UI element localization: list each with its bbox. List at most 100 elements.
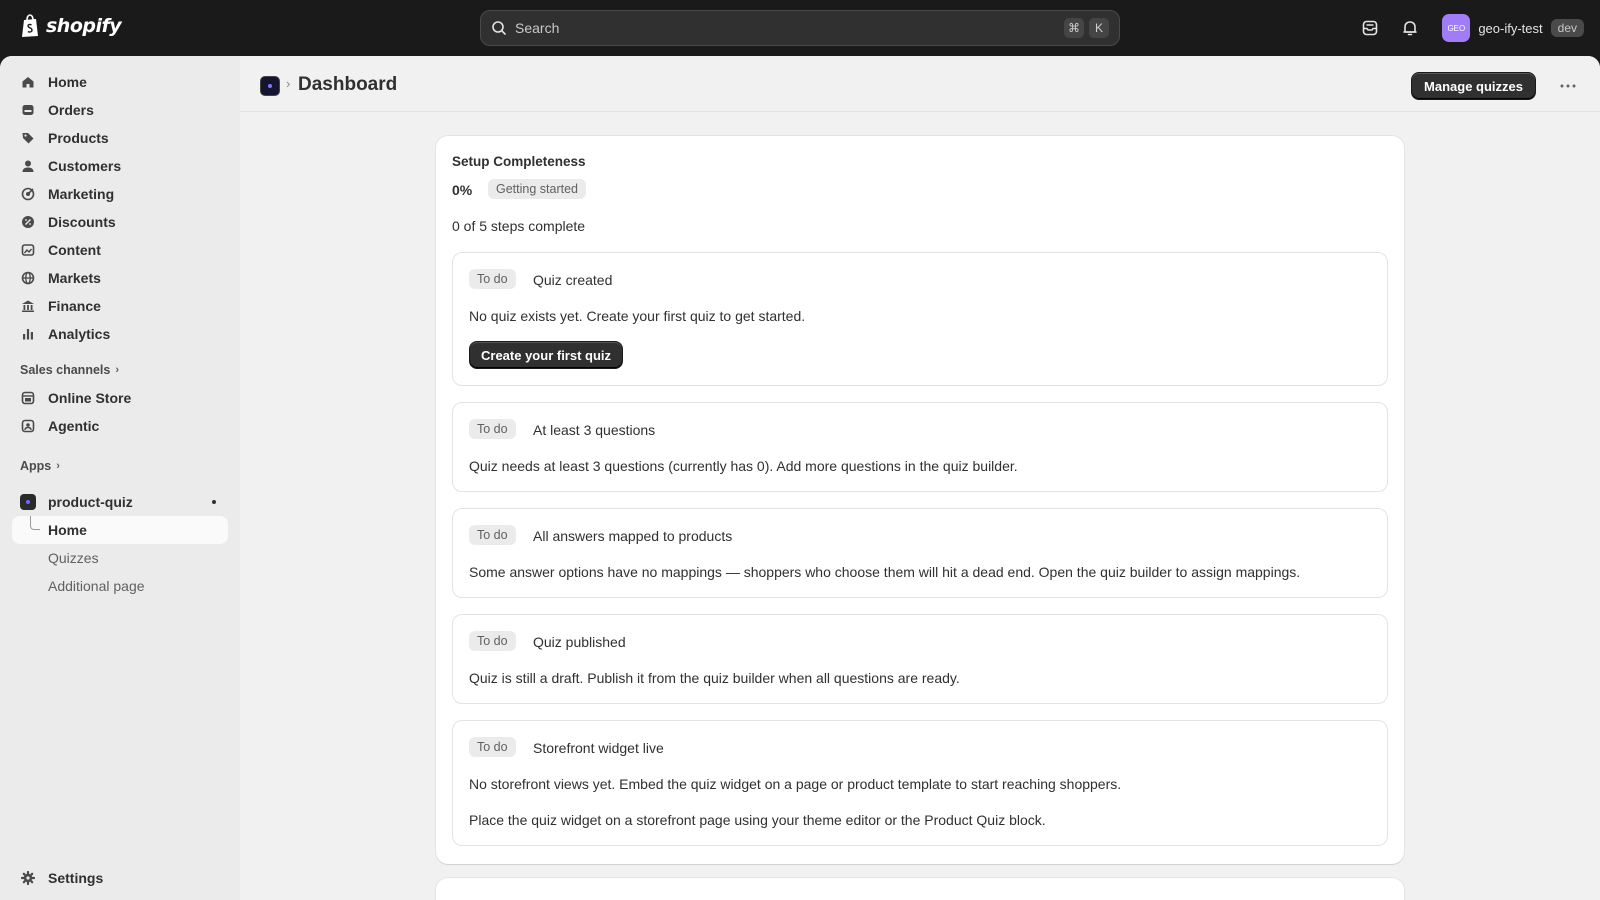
top-bar: shopify ⌘ K GEO geo-ify-test dev bbox=[0, 0, 1600, 56]
steps-summary: 0 of 5 steps complete bbox=[452, 218, 586, 234]
store-name[interactable]: geo-ify-test bbox=[1478, 21, 1542, 36]
sidebar-subitem-home[interactable]: Home bbox=[12, 516, 228, 544]
sidebar-app-product-quiz[interactable]: product-quiz bbox=[12, 488, 228, 516]
manage-quizzes-button[interactable]: Manage quizzes bbox=[1411, 72, 1536, 100]
apps-section[interactable]: Apps › bbox=[12, 452, 228, 480]
store-icon bbox=[20, 390, 36, 406]
tree-connector bbox=[30, 516, 40, 530]
step-title: Quiz created bbox=[533, 272, 613, 288]
step-status-badge: To do bbox=[469, 419, 516, 439]
section-label-text: Apps bbox=[20, 459, 52, 473]
sidebar-item-label: Markets bbox=[48, 270, 101, 286]
sidebar-item-discounts[interactable]: Discounts bbox=[12, 208, 228, 236]
step-description: Quiz needs at least 3 questions (current… bbox=[469, 458, 1018, 474]
setup-step-quiz-created: To do Quiz created No quiz exists yet. C… bbox=[452, 252, 1388, 386]
sidebar-subitem-label: Quizzes bbox=[48, 550, 99, 566]
sidebar-item-online-store[interactable]: Online Store bbox=[12, 384, 228, 412]
progress-percent: 0% bbox=[452, 182, 473, 198]
sidebar-subitem-label: Home bbox=[48, 522, 87, 538]
page-title: Dashboard bbox=[298, 74, 398, 95]
sidebar-item-label: Orders bbox=[48, 102, 94, 118]
bank-icon bbox=[20, 298, 36, 314]
step-status-badge: To do bbox=[469, 737, 516, 757]
chevron-right-icon: › bbox=[115, 364, 119, 376]
sidebar-subitem-quizzes[interactable]: Quizzes bbox=[12, 544, 228, 572]
shopify-bag-icon bbox=[22, 14, 38, 37]
sidebar-item-label: Online Store bbox=[48, 390, 132, 406]
orders-icon bbox=[20, 102, 36, 118]
agentic-icon bbox=[20, 418, 36, 434]
step-title: At least 3 questions bbox=[533, 422, 656, 438]
step-title: Quiz published bbox=[533, 634, 626, 650]
sidebar: Home Orders Products Customers Marketing bbox=[0, 56, 240, 900]
admin-frame: Home Orders Products Customers Marketing bbox=[0, 56, 1600, 900]
main-content: › Dashboard Manage quizzes Setup Complet… bbox=[240, 56, 1600, 900]
create-first-quiz-button[interactable]: Create your first quiz bbox=[469, 341, 624, 369]
sidebar-item-settings[interactable]: Settings bbox=[12, 864, 228, 892]
step-title: Storefront widget live bbox=[533, 740, 664, 756]
step-description: Quiz is still a draft. Publish it from t… bbox=[469, 670, 960, 686]
sidebar-item-label: Settings bbox=[48, 870, 104, 886]
sidebar-item-label: Finance bbox=[48, 298, 101, 314]
inbox-button[interactable] bbox=[1354, 12, 1386, 44]
setup-completeness-card: Setup Completeness 0% Getting started 0 … bbox=[436, 136, 1404, 864]
sidebar-item-analytics[interactable]: Analytics bbox=[12, 320, 228, 348]
sidebar-item-label: Discounts bbox=[48, 214, 116, 230]
sales-channels-section[interactable]: Sales channels › bbox=[12, 356, 228, 384]
env-badge: dev bbox=[1550, 19, 1584, 37]
step-note: Place the quiz widget on a storefront pa… bbox=[469, 812, 1046, 828]
step-status-badge: To do bbox=[469, 525, 516, 545]
step-title: All answers mapped to products bbox=[533, 528, 733, 544]
card-title: Setup Completeness bbox=[452, 154, 586, 169]
sidebar-item-home[interactable]: Home bbox=[12, 68, 228, 96]
sidebar-item-finance[interactable]: Finance bbox=[12, 292, 228, 320]
sidebar-item-products[interactable]: Products bbox=[12, 124, 228, 152]
more-dot-icon bbox=[212, 500, 216, 504]
discount-icon bbox=[20, 214, 36, 230]
target-icon bbox=[20, 186, 36, 202]
sidebar-item-label: Content bbox=[48, 242, 101, 258]
search-input[interactable] bbox=[515, 20, 1059, 36]
sidebar-item-orders[interactable]: Orders bbox=[12, 96, 228, 124]
sidebar-item-label: Analytics bbox=[48, 326, 111, 342]
status-badge: Getting started bbox=[488, 179, 586, 199]
more-actions-button[interactable] bbox=[1556, 74, 1580, 98]
setup-step-three-questions: To do At least 3 questions Quiz needs at… bbox=[452, 402, 1388, 492]
content-icon bbox=[20, 242, 36, 258]
chevron-right-icon: › bbox=[56, 460, 60, 472]
top-right-controls: GEO geo-ify-test dev bbox=[1354, 12, 1584, 44]
shortcut-key-cmd: ⌘ bbox=[1064, 18, 1084, 38]
setup-step-widget-live: To do Storefront widget live No storefro… bbox=[452, 720, 1388, 846]
sidebar-item-label: Products bbox=[48, 130, 109, 146]
sidebar-item-label: Agentic bbox=[48, 418, 100, 434]
sidebar-item-marketing[interactable]: Marketing bbox=[12, 180, 228, 208]
chart-icon bbox=[20, 326, 36, 342]
gear-icon bbox=[20, 870, 36, 886]
sidebar-item-label: Home bbox=[48, 74, 87, 90]
step-description: No quiz exists yet. Create your first qu… bbox=[469, 308, 806, 324]
app-breadcrumb-icon[interactable] bbox=[260, 76, 280, 96]
brand-wordmark: shopify bbox=[46, 15, 122, 37]
notifications-button[interactable] bbox=[1394, 12, 1426, 44]
step-status-badge: To do bbox=[469, 269, 516, 289]
sidebar-item-label: Customers bbox=[48, 158, 122, 174]
store-avatar[interactable]: GEO bbox=[1442, 14, 1471, 42]
sidebar-item-agentic[interactable]: Agentic bbox=[12, 412, 228, 440]
sidebar-item-label: Marketing bbox=[48, 186, 115, 202]
home-icon bbox=[20, 74, 36, 90]
search-icon bbox=[492, 21, 506, 35]
app-icon bbox=[20, 494, 36, 510]
sidebar-item-customers[interactable]: Customers bbox=[12, 152, 228, 180]
step-description: No storefront views yet. Embed the quiz … bbox=[469, 776, 1122, 792]
shortcut-key-k: K bbox=[1089, 18, 1109, 38]
shopify-logo[interactable]: shopify bbox=[20, 14, 122, 38]
sidebar-item-markets[interactable]: Markets bbox=[12, 264, 228, 292]
sidebar-item-content[interactable]: Content bbox=[12, 236, 228, 264]
bell-icon bbox=[1403, 21, 1418, 36]
sidebar-subitem-additional-page[interactable]: Additional page bbox=[12, 572, 228, 600]
search-bar[interactable]: ⌘ K bbox=[480, 10, 1120, 46]
sidebar-item-label: product-quiz bbox=[48, 494, 133, 510]
sidebar-subitem-label: Additional page bbox=[48, 578, 145, 594]
person-icon bbox=[20, 158, 36, 174]
setup-step-answers-mapped: To do All answers mapped to products Som… bbox=[452, 508, 1388, 598]
